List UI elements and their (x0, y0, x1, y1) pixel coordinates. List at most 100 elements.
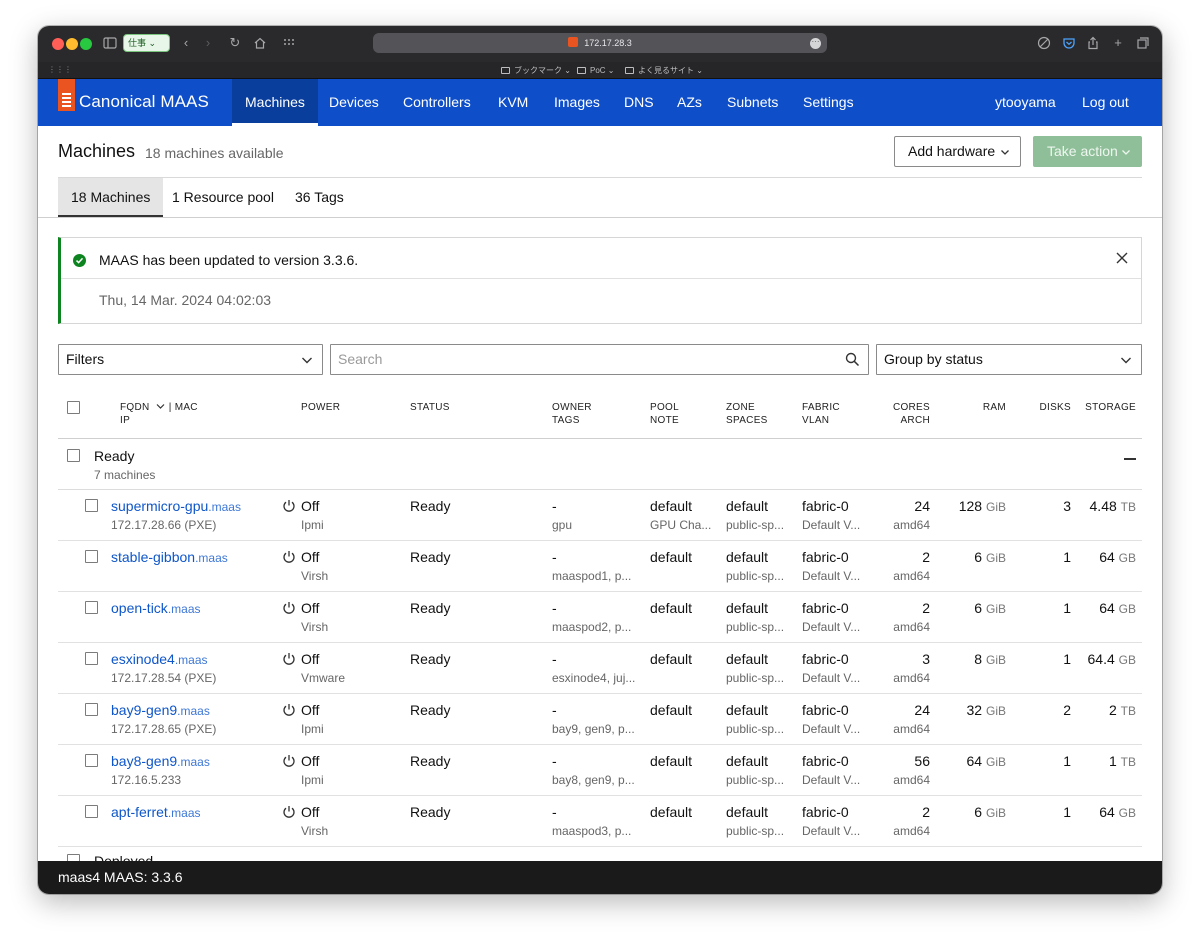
apps-grid-icon[interactable] (279, 33, 299, 53)
machine-hostname[interactable]: bay8-gen9 (111, 753, 177, 769)
nav-kvm[interactable]: KVM (485, 79, 541, 126)
machine-domain[interactable]: .maas (195, 551, 228, 565)
close-window-button[interactable] (52, 38, 64, 50)
row-checkbox[interactable] (85, 550, 98, 563)
nav-devices[interactable]: Devices (316, 79, 392, 126)
column-owner[interactable]: OWNER TAGS (552, 401, 592, 427)
power-icon[interactable] (282, 805, 296, 819)
nav-user[interactable]: ytooyama (982, 79, 1069, 126)
table-row[interactable]: open-tick.maas Off Virsh Ready - maaspod2, p.… (58, 592, 1142, 643)
row-checkbox[interactable] (85, 499, 98, 512)
machine-hostname[interactable]: open-tick (111, 600, 168, 616)
machine-fqdn-link[interactable]: esxinode4.maas (111, 651, 276, 667)
row-checkbox[interactable] (85, 805, 98, 818)
machine-domain[interactable]: .maas (208, 500, 241, 514)
column-pool[interactable]: POOL NOTE (650, 401, 679, 427)
bookmark-folder[interactable]: PoC ⌄ (577, 64, 615, 77)
address-bar[interactable]: 172.17.28.3 ··· (373, 33, 827, 53)
minimize-window-button[interactable] (66, 38, 78, 50)
power-icon[interactable] (282, 652, 296, 666)
machine-fqdn-link[interactable]: open-tick.maas (111, 600, 276, 616)
table-row[interactable]: supermicro-gpu.maas 172.17.28.66 (PXE) Off… (58, 490, 1142, 541)
sidebar-toggle-icon[interactable] (100, 33, 120, 53)
nav-machines[interactable]: Machines (232, 79, 318, 126)
group-by-dropdown[interactable]: Group by status (876, 344, 1142, 375)
machine-fqdn-link[interactable]: bay9-gen9.maas (111, 702, 276, 718)
pocket-icon[interactable] (1059, 33, 1079, 53)
add-hardware-button[interactable]: Add hardware (894, 136, 1021, 167)
column-disks[interactable]: DISKS (1026, 401, 1071, 414)
power-icon[interactable] (282, 601, 296, 615)
bookmark-folder[interactable]: よく見るサイト ⌄ (625, 64, 703, 77)
maas-logo-icon[interactable] (58, 79, 75, 111)
nav-images[interactable]: Images (541, 79, 613, 126)
page-menu-icon[interactable]: ··· (810, 38, 821, 49)
machine-hostname[interactable]: stable-gibbon (111, 549, 195, 565)
column-status[interactable]: STATUS (410, 401, 450, 414)
filters-dropdown[interactable]: Filters (58, 344, 323, 375)
table-row[interactable]: bay8-gen9.maas 172.16.5.233 Off Ipmi Ready - b… (58, 745, 1142, 796)
machine-hostname[interactable]: apt-ferret (111, 804, 168, 820)
power-icon[interactable] (282, 550, 296, 564)
machine-domain[interactable]: .maas (168, 602, 201, 616)
column-fabric[interactable]: FABRIC VLAN (802, 401, 840, 427)
search-field[interactable] (330, 344, 869, 375)
nav-subnets[interactable]: Subnets (714, 79, 791, 126)
nav-azs[interactable]: AZs (664, 79, 715, 126)
table-row[interactable]: stable-gibbon.maas Off Virsh Ready - maaspod1… (58, 541, 1142, 592)
column-cores[interactable]: CORES ARCH (878, 401, 930, 427)
search-icon[interactable] (845, 352, 860, 367)
machine-fqdn-link[interactable]: apt-ferret.maas (111, 804, 276, 820)
profile-pill[interactable]: 仕事 ⌄ (123, 34, 170, 52)
group-checkbox[interactable] (67, 449, 80, 462)
group-checkbox[interactable] (67, 854, 80, 861)
power-icon[interactable] (282, 703, 296, 717)
nav-controllers[interactable]: Controllers (390, 79, 484, 126)
nav-logout[interactable]: Log out (1069, 79, 1142, 126)
table-row[interactable]: esxinode4.maas 172.17.28.54 (PXE) Off Vmwar… (58, 643, 1142, 694)
favorites-grid-icon[interactable]: ⋮⋮⋮ (48, 65, 72, 74)
column-zone[interactable]: ZONE SPACES (726, 401, 768, 427)
machine-domain[interactable]: .maas (177, 704, 210, 718)
table-row[interactable]: apt-ferret.maas Off Virsh Ready - maaspod3, p… (58, 796, 1142, 847)
home-icon[interactable] (250, 33, 270, 53)
machine-domain[interactable]: .maas (168, 806, 201, 820)
machine-domain[interactable]: .maas (177, 755, 210, 769)
table-row[interactable]: bay9-gen9.maas 172.17.28.65 (PXE) Off Ipmi R… (58, 694, 1142, 745)
row-checkbox[interactable] (85, 703, 98, 716)
share-icon[interactable] (1083, 33, 1103, 53)
close-icon[interactable] (1115, 251, 1129, 265)
tab-tags[interactable]: 36 Tags (282, 178, 357, 217)
tab-machines[interactable]: 18 Machines (58, 178, 164, 217)
machine-fqdn-link[interactable]: stable-gibbon.maas (111, 549, 276, 565)
machine-hostname[interactable]: bay9-gen9 (111, 702, 177, 718)
machine-fqdn-link[interactable]: supermicro-gpu.maas (111, 498, 276, 514)
nav-settings[interactable]: Settings (790, 79, 867, 126)
block-icon[interactable] (1034, 33, 1054, 53)
bookmark-folder[interactable]: ブックマーク ⌄ (501, 64, 571, 77)
zoom-window-button[interactable] (80, 38, 92, 50)
machine-hostname[interactable]: supermicro-gpu (111, 498, 208, 514)
row-checkbox[interactable] (85, 601, 98, 614)
tab-resource-pool[interactable]: 1 Resource pool (159, 178, 287, 217)
nav-dns[interactable]: DNS (611, 79, 667, 126)
search-input[interactable] (338, 351, 818, 367)
forward-icon[interactable]: › (198, 33, 218, 53)
collapse-icon[interactable] (1124, 458, 1136, 460)
tab-overview-icon[interactable] (1133, 33, 1153, 53)
brand-name[interactable]: Canonical MAAS (79, 92, 209, 112)
machine-fqdn-link[interactable]: bay8-gen9.maas (111, 753, 276, 769)
column-power[interactable]: POWER (301, 401, 340, 414)
reload-icon[interactable]: ↻ (225, 33, 245, 53)
select-all-checkbox[interactable] (67, 401, 80, 414)
machine-hostname[interactable]: esxinode4 (111, 651, 175, 667)
column-ram[interactable]: RAM (958, 401, 1006, 414)
new-tab-icon[interactable]: + (1108, 33, 1128, 53)
row-checkbox[interactable] (85, 754, 98, 767)
take-action-button[interactable]: Take action (1033, 136, 1142, 167)
row-checkbox[interactable] (85, 652, 98, 665)
machine-domain[interactable]: .maas (175, 653, 208, 667)
column-storage[interactable]: STORAGE (1080, 401, 1136, 414)
power-icon[interactable] (282, 754, 296, 768)
back-icon[interactable]: ‹ (176, 33, 196, 53)
